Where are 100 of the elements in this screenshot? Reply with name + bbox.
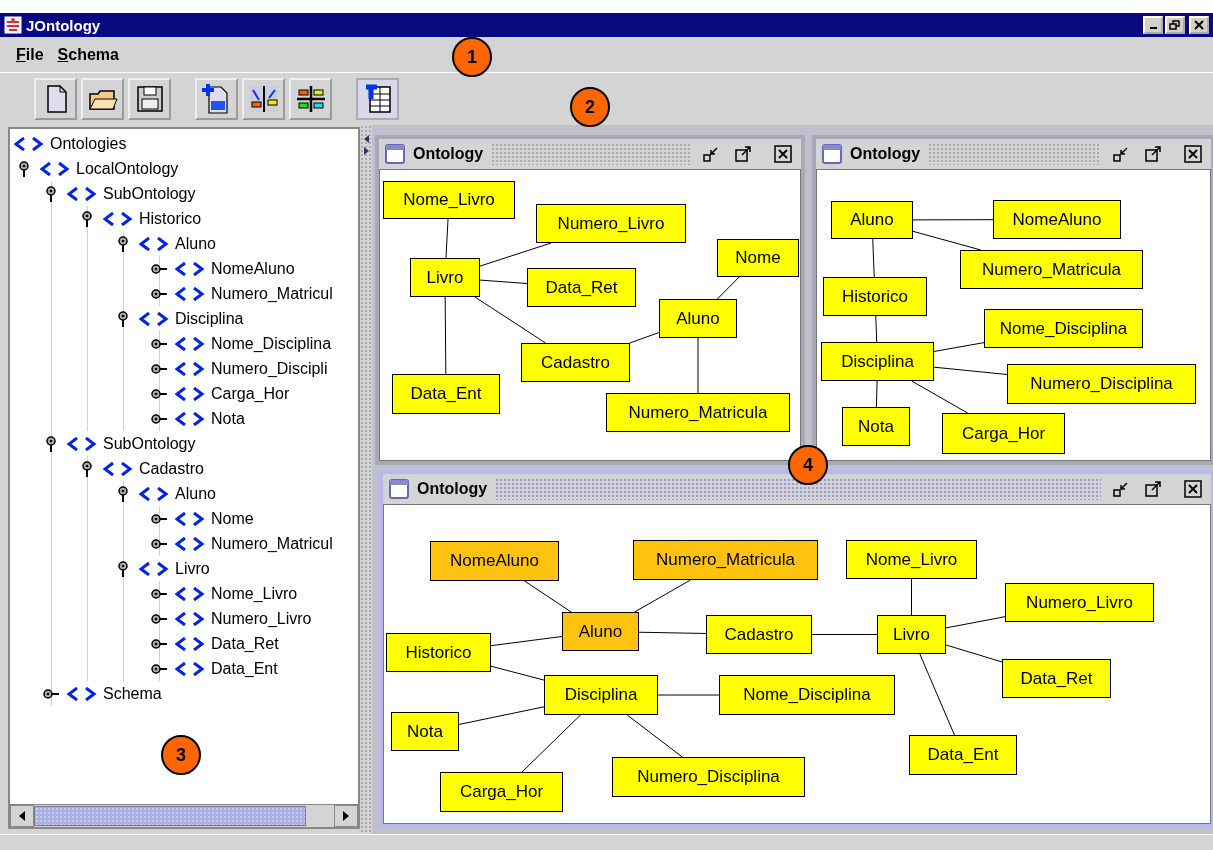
connector-line [933,342,985,352]
collapsed-handle-icon[interactable] [151,262,167,275]
scroll-left-icon[interactable] [10,805,34,827]
collapsed-handle-icon[interactable] [151,337,167,350]
concept-node[interactable]: Cadastro [706,615,812,654]
tree-item[interactable]: SubOntology [103,184,196,203]
concept-node[interactable]: Aluno [562,612,639,651]
concept-node[interactable]: Numero_Matricula [606,393,790,432]
concept-node[interactable]: Livro [410,258,480,297]
close-button[interactable] [1181,477,1205,501]
tree-item[interactable]: Historico [139,209,202,228]
concept-node[interactable]: Numero_Livro [536,204,686,243]
tree-item[interactable]: Data_Ret [211,634,279,653]
tree-item[interactable]: Livro [175,559,210,578]
tree-item[interactable]: Cadastro [139,459,204,478]
align-button[interactable] [289,78,332,120]
tree-item[interactable]: Ontologies [50,134,127,153]
concept-node[interactable]: Data_Ent [392,374,500,414]
collapsed-handle-icon[interactable] [151,287,167,300]
tree-item[interactable]: NomeAluno [211,259,295,278]
expanded-handle-icon[interactable] [43,435,59,452]
tree-item[interactable]: Aluno [175,484,216,503]
tree-item[interactable]: Nome_Livro [211,584,298,603]
concept-node[interactable]: Nota [391,712,459,751]
horizontal-scrollbar[interactable] [10,804,358,827]
close-button[interactable] [1189,16,1209,34]
concept-node[interactable]: Nome [717,239,799,277]
collapsed-handle-icon[interactable] [151,387,167,400]
expanded-handle-icon[interactable] [115,235,131,252]
concept-node[interactable]: Nome_Livro [383,181,515,219]
expanded-handle-icon[interactable] [115,310,131,327]
menu-item[interactable]: Schema [57,45,119,64]
tree-item[interactable]: SubOntology [103,434,196,453]
collapsed-handle-icon[interactable] [151,362,167,375]
collapsed-handle-icon[interactable] [151,412,167,425]
concept-node[interactable]: Numero_Disciplina [1007,364,1196,404]
concept-node[interactable]: Numero_Disciplina [612,757,805,797]
concept-node[interactable]: Numero_Livro [1005,583,1154,622]
tree-item[interactable]: LocalOntology [76,159,179,178]
concept-node[interactable]: Aluno [659,299,737,338]
connector-line [638,631,707,634]
add-document-button[interactable] [195,78,238,120]
concept-node[interactable]: NomeAluno [993,200,1121,239]
expanded-handle-icon[interactable] [115,485,131,502]
collapsed-handle-icon[interactable] [151,662,167,675]
new-file-button[interactable] [34,78,77,120]
expanded-handle-icon[interactable] [16,160,32,177]
concept-node[interactable]: Numero_Matricula [960,250,1143,289]
close-button[interactable] [771,142,795,166]
collapsed-handle-icon[interactable] [151,612,167,625]
menu-item[interactable]: File [16,45,44,64]
concept-node[interactable]: Carga_Hor [440,772,563,812]
expanded-handle-icon[interactable] [115,560,131,577]
angle-brackets-icon [67,436,97,451]
tree-item[interactable]: Numero_Matricul [211,284,333,303]
table-button[interactable] [356,78,399,120]
tree-item[interactable]: Nota [211,409,245,428]
collapsed-handle-icon[interactable] [151,587,167,600]
expanded-handle-icon[interactable] [79,210,95,227]
collapsed-handle-icon[interactable] [151,537,167,550]
tree-item[interactable]: Data_Ent [211,659,278,678]
open-folder-button[interactable] [81,78,124,120]
tree-item[interactable]: Carga_Hor [211,384,290,403]
tree-item[interactable]: Schema [103,684,162,703]
split-arrows-icon[interactable] [362,133,370,157]
save-button[interactable] [128,78,171,120]
restore-button[interactable] [1165,16,1185,34]
collapsed-handle-icon[interactable] [43,687,59,700]
tree-item[interactable]: Nome_Disciplina [211,334,332,353]
tree-item[interactable]: Numero_Livro [211,609,312,628]
concept-node[interactable]: Nome_Disciplina [984,309,1143,348]
tree-item[interactable]: Aluno [175,234,216,253]
minimize-button[interactable] [1143,16,1163,34]
concept-node[interactable]: Aluno [831,201,913,239]
concept-node[interactable]: Nota [842,407,910,446]
concept-node[interactable]: Cadastro [521,343,630,382]
collapsed-handle-icon[interactable] [151,512,167,525]
close-button[interactable] [1181,142,1205,166]
concept-node[interactable]: Nome_Livro [846,540,977,579]
concept-node[interactable]: Data_Ent [909,735,1017,775]
concept-node[interactable]: Data_Ret [1002,659,1111,698]
scroll-right-icon[interactable] [334,805,358,827]
concept-node[interactable]: Data_Ret [527,268,636,307]
tree-item[interactable]: Disciplina [175,309,244,328]
concept-node[interactable]: Disciplina [544,675,658,715]
concept-node[interactable]: Numero_Matricula [633,540,818,580]
layout-button[interactable] [242,78,285,120]
expanded-handle-icon[interactable] [79,460,95,477]
concept-node[interactable]: Historico [386,633,491,672]
expanded-handle-icon[interactable] [43,185,59,202]
concept-node[interactable]: Disciplina [821,342,934,381]
concept-node[interactable]: Livro [877,615,946,654]
tree-item[interactable]: Nome [211,509,254,528]
concept-node[interactable]: Nome_Disciplina [719,675,895,715]
collapsed-handle-icon[interactable] [151,637,167,650]
concept-node[interactable]: Carga_Hor [942,413,1065,454]
tree-item[interactable]: Numero_Discipli [211,359,328,378]
concept-node[interactable]: Historico [823,277,927,316]
tree-item[interactable]: Numero_Matricul [211,534,333,553]
concept-node[interactable]: NomeAluno [430,541,559,581]
